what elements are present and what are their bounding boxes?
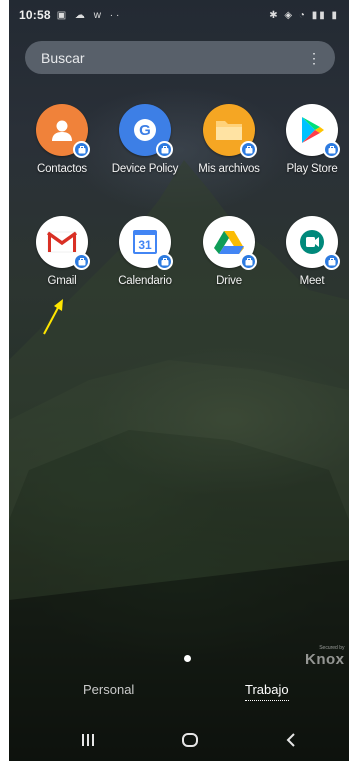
work-badge-icon <box>323 253 340 270</box>
system-status-icons: ✱ ◈ ◔ ▮▮ ▮ <box>269 9 339 21</box>
my-files-icon <box>203 104 257 158</box>
work-badge-icon <box>73 253 90 270</box>
home-icon <box>182 733 198 747</box>
status-time: 10:58 <box>19 8 51 22</box>
meet-icon <box>286 216 340 270</box>
more-options-icon[interactable]: ⋮ <box>307 51 321 65</box>
recent-apps-button[interactable] <box>73 728 103 752</box>
drive-icon <box>203 216 257 270</box>
app-label: Meet <box>299 275 325 287</box>
app-drive[interactable]: Drive <box>188 216 270 296</box>
app-label: Play Store <box>286 163 338 175</box>
work-badge-icon <box>156 141 173 158</box>
app-calendario[interactable]: 31 Calendario <box>104 216 186 296</box>
work-badge-icon <box>240 141 257 158</box>
knox-watermark: Secured by Knox <box>305 645 345 668</box>
app-label: Contactos <box>37 163 87 175</box>
app-contactos[interactable]: Contactos <box>21 104 103 184</box>
contacts-icon <box>36 104 90 158</box>
app-label: Device Policy <box>111 163 179 175</box>
status-bar: 10:58 ▣ ☁ ᴡ ·· ✱ ◈ ◔ ▮▮ ▮ <box>9 0 349 30</box>
search-placeholder: Buscar <box>41 49 85 66</box>
play-store-icon <box>286 104 340 158</box>
back-icon <box>286 733 295 747</box>
recent-apps-icon <box>82 734 94 746</box>
notification-icons: ▣ ☁ ᴡ ·· <box>56 9 123 21</box>
app-gmail[interactable]: Gmail <box>21 216 103 296</box>
calendar-icon: 31 <box>119 216 173 270</box>
gmail-icon <box>36 216 90 270</box>
work-badge-icon <box>323 141 340 158</box>
navigation-bar <box>9 718 349 761</box>
tab-personal[interactable]: Personal <box>83 682 134 697</box>
search-bar[interactable]: Buscar ⋮ <box>25 41 335 74</box>
app-play-store[interactable]: Play Store <box>271 104 349 184</box>
back-button[interactable] <box>276 728 306 752</box>
svg-text:G: G <box>139 122 151 139</box>
home-button[interactable] <box>175 728 205 752</box>
app-meet[interactable]: Meet <box>271 216 349 296</box>
work-badge-icon <box>73 141 90 158</box>
app-label: Gmail <box>47 275 77 287</box>
app-label: Drive <box>216 275 242 287</box>
pointer-arrow-icon <box>43 299 63 335</box>
app-mis-archivos[interactable]: Mis archivos <box>188 104 270 184</box>
app-label: Calendario <box>118 275 172 287</box>
tab-trabajo[interactable]: Trabajo <box>245 682 289 701</box>
page-indicator <box>184 655 191 662</box>
app-device-policy[interactable]: G Device Policy <box>104 104 186 184</box>
home-screen: 10:58 ▣ ☁ ᴡ ·· ✱ ◈ ◔ ▮▮ ▮ Buscar ⋮ Conta… <box>9 0 349 761</box>
app-label: Mis archivos <box>198 163 260 175</box>
work-badge-icon <box>240 253 257 270</box>
device-policy-icon: G <box>119 104 173 158</box>
calendar-day: 31 <box>138 238 152 252</box>
work-badge-icon <box>156 253 173 270</box>
